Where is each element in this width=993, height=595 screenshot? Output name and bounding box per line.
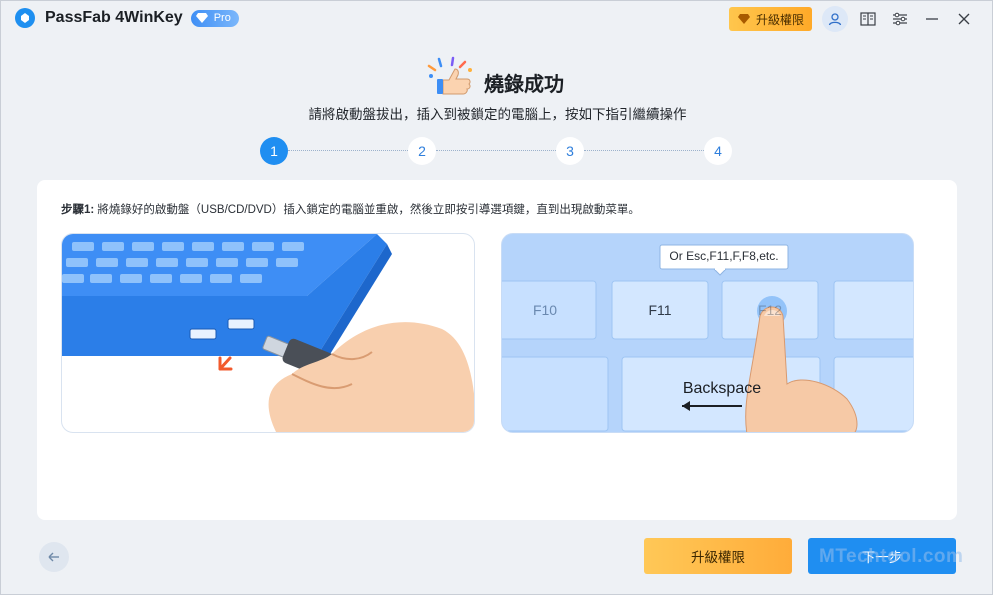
step-connector <box>436 150 556 151</box>
key-f10: F10 <box>532 302 558 318</box>
key-f11: F11 <box>648 302 672 318</box>
instruction-text: 步驟1: 將燒錄好的啟動盤（USB/CD/DVD）插入鎖定的電腦並重啟，然後立即… <box>61 201 640 217</box>
upgrade-top-label: 升級權限 <box>755 12 804 27</box>
book-icon[interactable] <box>852 7 884 31</box>
minimize-icon[interactable] <box>916 7 948 31</box>
page-title: 燒錄成功 <box>484 74 564 96</box>
app-logo-icon <box>15 8 35 28</box>
next-button[interactable]: 下一步 <box>808 538 956 574</box>
celebration-thumbs-up-icon <box>425 56 477 96</box>
step-description: 將燒錄好的啟動盤（USB/CD/DVD）插入鎖定的電腦並重啟，然後立即按引導選項… <box>94 204 640 216</box>
settings-sliders-icon[interactable] <box>884 7 916 31</box>
step-connector <box>584 150 706 151</box>
page-subtitle: 請將啟動盤拔出，插入到被鎖定的電腦上，按如下指引繼續操作 <box>308 107 687 122</box>
user-icon[interactable] <box>822 6 848 32</box>
step-connector <box>288 150 408 151</box>
app-name: PassFab 4WinKey <box>45 9 183 26</box>
upgrade-button[interactable]: 升級權限 <box>644 538 792 574</box>
pro-badge: Pro <box>190 9 239 27</box>
usb-insert-illustration <box>61 233 475 433</box>
diamond-icon <box>737 14 750 24</box>
step-label: 步驟1: <box>61 204 95 216</box>
instruction-card: 步驟1: 將燒錄好的啟動盤（USB/CD/DVD）插入鎖定的電腦並重啟，然後立即… <box>37 180 957 520</box>
key-backspace: Backspace <box>682 380 762 397</box>
step-3: 3 <box>556 137 584 165</box>
pro-badge-label: Pro <box>213 12 231 24</box>
step-4: 4 <box>704 137 732 165</box>
step-1: 1 <box>260 137 288 165</box>
upgrade-top-button[interactable]: 升級權限 <box>728 7 812 31</box>
boot-key-illustration: Or Esc,F11,F,F8,etc. F10 F11 F12 Backspa… <box>501 233 914 433</box>
arrow-left-icon <box>48 552 59 562</box>
diamond-icon <box>195 13 208 23</box>
key-f12: F12 <box>757 302 783 318</box>
back-button[interactable] <box>39 542 69 572</box>
title-bar: PassFab 4WinKey Pro 升級權限 <box>1 1 993 35</box>
key-hint-tooltip: Or Esc,F11,F,F8,etc. <box>669 249 779 263</box>
close-icon[interactable] <box>948 7 980 31</box>
step-2: 2 <box>408 137 436 165</box>
progress-stepper: 1 2 3 4 <box>260 137 734 165</box>
